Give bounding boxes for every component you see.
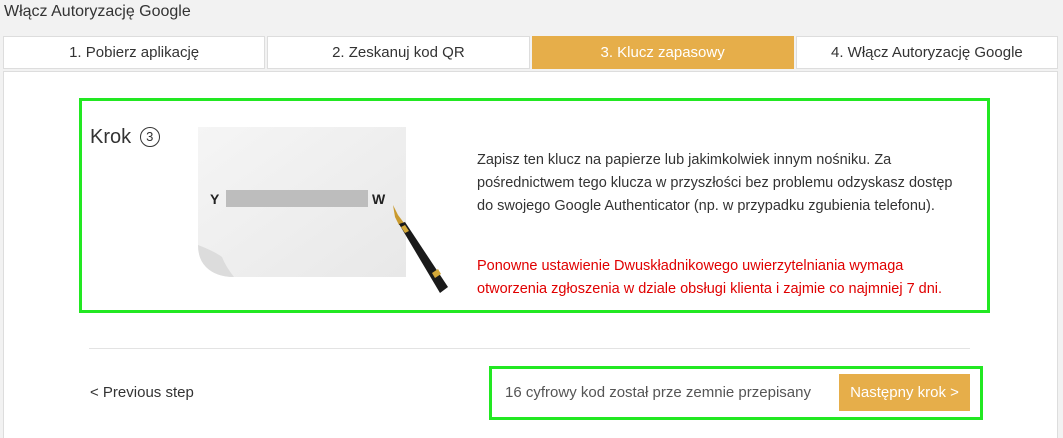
tab-scan-qr[interactable]: 2. Zeskanuj kod QR xyxy=(267,36,530,69)
page-title: Włącz Autoryzację Google xyxy=(4,3,191,20)
next-step-button[interactable]: Następny krok > xyxy=(839,374,970,411)
tab-backup-key[interactable]: 3. Klucz zapasowy xyxy=(531,36,794,69)
key-start-letter: Y xyxy=(210,191,220,207)
backup-key-illustration: Y W xyxy=(198,127,448,293)
previous-step-link[interactable]: < Previous step xyxy=(90,383,194,403)
key-end-letter: W xyxy=(372,191,386,207)
backup-key-description: Zapisz ten klucz na papierze lub jakimko… xyxy=(477,152,953,214)
divider xyxy=(89,348,970,349)
step-tabs: 1. Pobierz aplikację 2. Zeskanuj kod QR … xyxy=(3,36,1058,69)
step-number: 3 xyxy=(139,127,160,147)
step-heading: Krok 3 xyxy=(90,124,160,150)
key-placeholder-bar xyxy=(226,190,368,207)
reset-warning: Ponowne ustawienie Dwuskładnikowego uwie… xyxy=(477,258,943,297)
tab-enable-google-auth[interactable]: 4. Włącz Autoryzację Google xyxy=(795,36,1058,69)
confirmation-label: 16 cyfrowy kod został prze zemnie przepi… xyxy=(505,384,811,401)
step-heading-label: Krok xyxy=(90,126,132,148)
tab-download-app[interactable]: 1. Pobierz aplikację xyxy=(3,36,266,69)
